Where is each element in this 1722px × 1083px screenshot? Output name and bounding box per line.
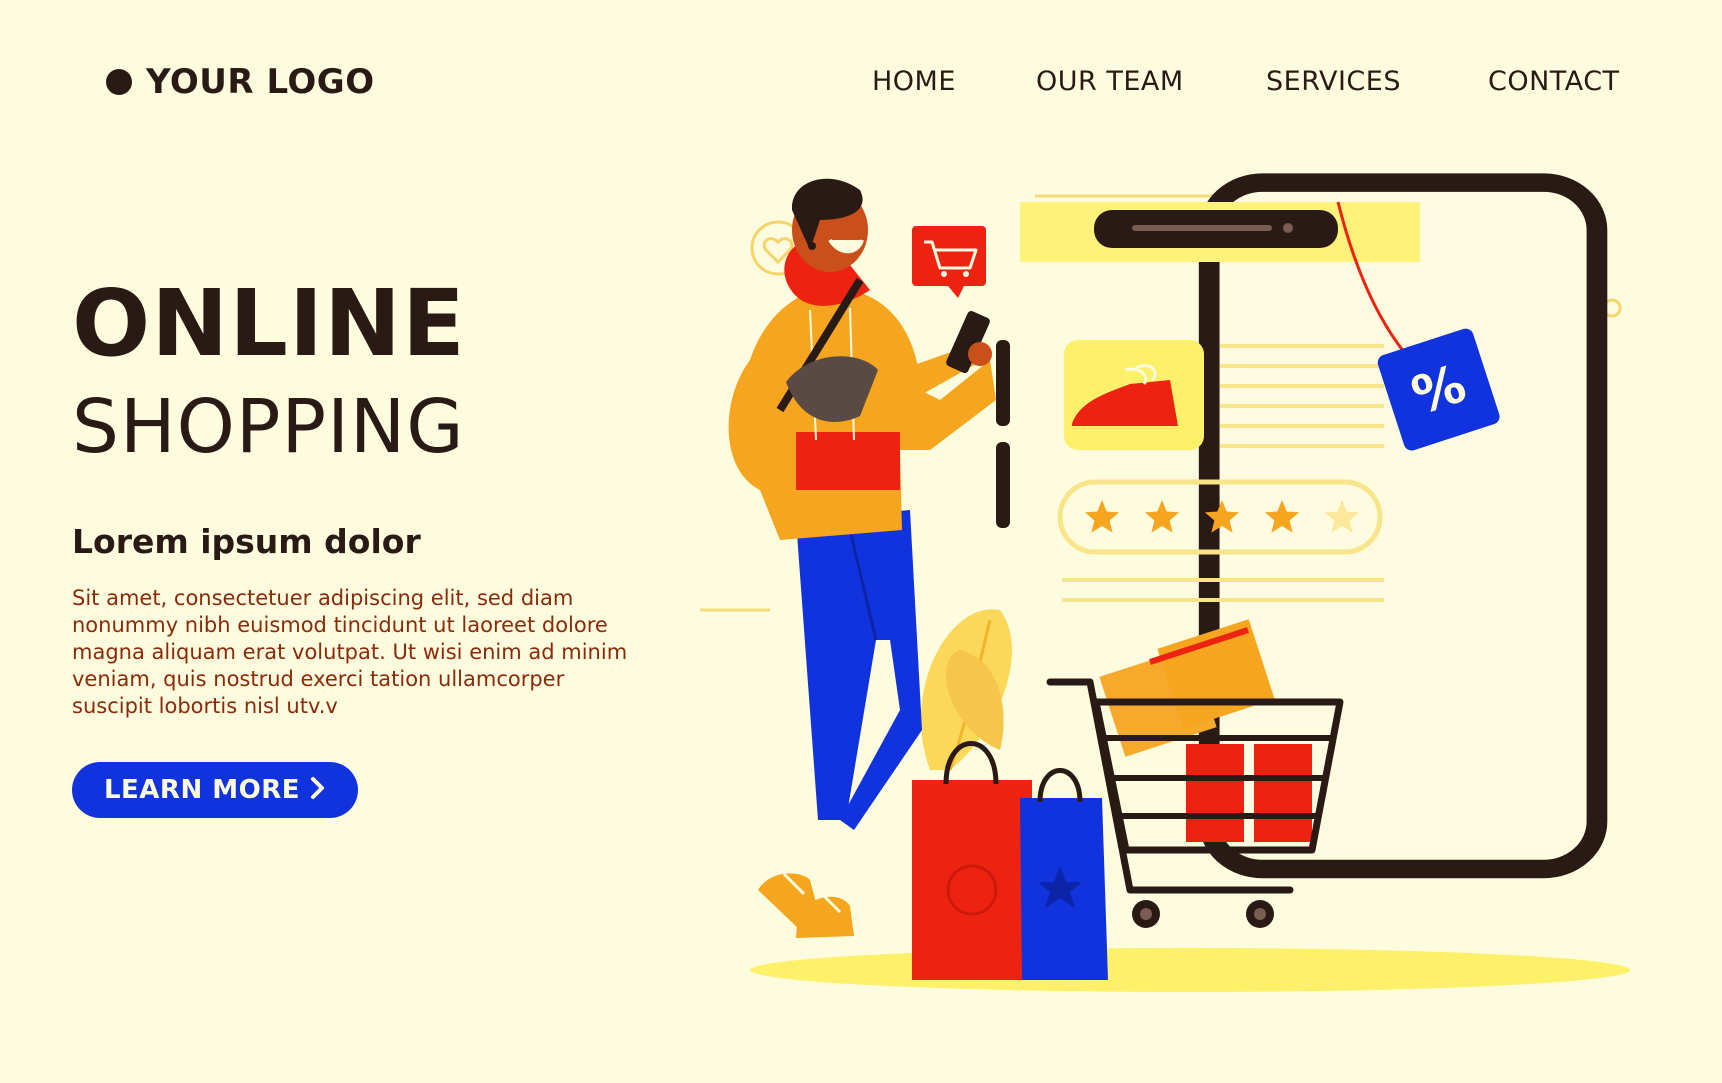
star-filled-icon [1084,500,1120,533]
learn-more-label: LEARN MORE [103,775,301,805]
hero-title-line2: SHOPPING [72,384,465,470]
phone-side-button [996,442,1010,528]
shopping-cart-icon [912,226,986,298]
main-nav: HOME OUR TEAM SERVICES CONTACT [0,66,1722,106]
star-filled-icon [1144,500,1180,533]
nav-our-team[interactable]: OUR TEAM [1036,66,1184,97]
shopping-bag-icon [912,741,1032,980]
phone-side-button [996,340,1010,426]
hero-illustration: $ [700,170,1700,1010]
nav-contact[interactable]: CONTACT [1488,66,1620,97]
learn-more-button[interactable]: LEARN MORE [72,762,358,818]
phone-speaker [1132,225,1272,231]
ground-shadow [750,948,1630,992]
hero-title-line1: ONLINE [72,270,466,377]
shopping-bag-icon [1020,768,1108,980]
hero-paragraph: Sit amet, consectetuer adipiscing elit, … [72,586,628,718]
nav-services[interactable]: SERVICES [1266,66,1401,97]
hero-subheading: Lorem ipsum dolor [72,522,421,561]
nav-home[interactable]: HOME [872,66,956,97]
landing-page: YOUR LOGO HOME OUR TEAM SERVICES CONTACT… [0,0,1722,1083]
illustration-svg: $ [700,173,1630,992]
phone-camera [1283,223,1293,233]
chevron-right-icon [310,776,326,805]
